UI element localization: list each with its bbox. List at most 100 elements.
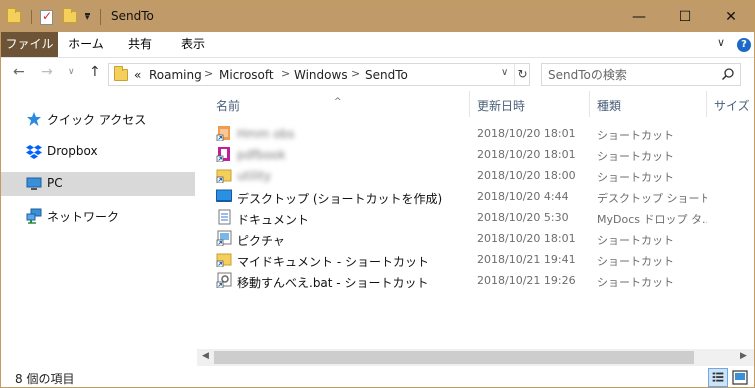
sidebar-item-pc[interactable]: PC	[1, 172, 195, 196]
pc-icon	[26, 177, 42, 190]
breadcrumb-sendto[interactable]: SendTo	[365, 68, 408, 82]
file-name: マイドキュメント - ショートカット	[237, 255, 429, 269]
document-icon	[218, 209, 231, 225]
column-header-type[interactable]: 種類	[590, 89, 706, 119]
forward-button[interactable]: →	[41, 64, 53, 80]
large-icons-view-icon[interactable]	[730, 368, 750, 387]
file-date: 2018/10/20 18:01	[477, 127, 576, 140]
new-folder-icon[interactable]	[63, 8, 77, 25]
file-name: デスクトップ (ショートカットを作成)	[237, 192, 443, 206]
sidebar-item-label: ネットワーク	[47, 210, 120, 224]
file-type: ショートカット	[597, 234, 674, 247]
tab-view[interactable]: 表示	[171, 32, 215, 57]
shortcut-folder-icon	[216, 169, 232, 183]
column-label: 更新日時	[477, 99, 526, 113]
bat-shortcut-icon	[216, 272, 232, 288]
dropbox-icon	[26, 145, 42, 159]
file-date: 2018/10/20 18:00	[477, 169, 576, 182]
help-icon[interactable]: ?	[737, 38, 751, 52]
quick-access-toolbar: ▾	[7, 8, 90, 26]
file-date: 2018/10/20 18:01	[477, 232, 576, 245]
breadcrumb-overflow[interactable]: «	[134, 68, 141, 82]
status-bar: 8 個の項目	[1, 366, 754, 387]
title-divider	[100, 9, 101, 25]
horizontal-scrollbar[interactable]: ◀ ▶	[197, 349, 754, 366]
file-row[interactable]: utility 2018/10/20 18:00 ショートカット	[197, 165, 742, 186]
folder-icon	[7, 8, 21, 25]
scrollbar-thumb[interactable]	[214, 351, 694, 364]
file-name: ドキュメント	[237, 213, 310, 227]
file-row[interactable]: ドキュメント 2018/10/20 5:30 MyDocs ドロップ タ...	[197, 207, 742, 228]
file-type: ショートカット	[597, 150, 674, 163]
file-date: 2018/10/21 19:26	[477, 274, 576, 287]
file-row[interactable]: 移動すんべえ.bat - ショートカット 2018/10/21 19:26 ショ…	[197, 270, 742, 291]
file-type: ショートカット	[597, 255, 674, 268]
window-title: SendTo	[111, 9, 154, 23]
scroll-left-icon[interactable]: ◀	[202, 351, 209, 361]
refresh-icon[interactable]: ↻	[514, 64, 530, 85]
details-view-icon[interactable]	[708, 368, 728, 387]
address-bar[interactable]: « Roaming > Microsoft > Windows > SendTo…	[108, 63, 530, 86]
column-header-name[interactable]: ^ 名前	[197, 89, 469, 119]
column-label: 種類	[597, 99, 622, 113]
file-row[interactable]: ピクチャ 2018/10/20 18:01 ショートカット	[197, 228, 742, 249]
tab-home[interactable]: ホーム	[64, 32, 108, 57]
file-name: pdfbook	[237, 148, 286, 162]
network-icon	[26, 208, 42, 224]
sidebar-item-network[interactable]: ネットワーク	[1, 204, 195, 228]
desktop-icon	[216, 189, 232, 202]
explorer-window: ▾ SendTo — ☐ ✕ ファイル ホーム 共有 表示 ∨ ? ← → ∨ …	[0, 0, 755, 388]
picture-shortcut-icon	[216, 230, 232, 246]
file-type: ショートカット	[597, 171, 674, 184]
maximize-button[interactable]: ☐	[662, 1, 708, 32]
properties-icon[interactable]	[40, 9, 53, 25]
column-label: 名前	[216, 99, 241, 113]
column-header-size[interactable]: サイズ	[707, 89, 754, 119]
toolbar-divider	[31, 10, 32, 24]
close-button[interactable]: ✕	[708, 1, 754, 32]
back-button[interactable]: ←	[13, 64, 25, 80]
column-label: サイズ	[714, 99, 750, 113]
file-type: ショートカット	[597, 129, 674, 142]
item-count: 8 個の項目	[15, 372, 75, 386]
sidebar-item-dropbox[interactable]: Dropbox	[1, 140, 195, 164]
breadcrumb-roaming[interactable]: Roaming	[149, 68, 202, 82]
file-date: 2018/10/20 5:30	[477, 211, 569, 224]
customize-toolbar-icon[interactable]: ▾	[85, 12, 90, 22]
ribbon-tabs: ファイル ホーム 共有 表示 ∨	[1, 32, 754, 57]
chevron-right-icon[interactable]: >	[281, 67, 290, 80]
expand-ribbon-icon[interactable]: ∨	[717, 36, 725, 49]
file-row[interactable]: マイドキュメント - ショートカット 2018/10/21 19:41 ショート…	[197, 249, 742, 270]
chevron-right-icon[interactable]: >	[351, 67, 360, 80]
sidebar-item-label: PC	[47, 176, 63, 190]
file-row[interactable]: pdfbook 2018/10/20 18:01 ショートカット	[197, 144, 742, 165]
search-icon[interactable]	[721, 67, 735, 81]
file-row[interactable]: デスクトップ (ショートカットを作成) 2018/10/20 4:44 デスクト…	[197, 186, 742, 207]
star-icon	[27, 112, 41, 126]
folder-shortcut-icon	[216, 253, 232, 267]
sidebar-item-label: クイック アクセス	[47, 113, 147, 127]
file-date: 2018/10/20 18:01	[477, 148, 576, 161]
sidebar-item-quick-access[interactable]: クイック アクセス	[1, 107, 195, 131]
file-name: utility	[237, 169, 272, 183]
chevron-right-icon[interactable]: >	[204, 67, 213, 80]
scroll-right-icon[interactable]: ▶	[740, 351, 747, 361]
column-header-modified[interactable]: 更新日時	[470, 89, 588, 119]
address-dropdown-icon[interactable]: ∨	[501, 67, 508, 78]
recent-locations-icon[interactable]: ∨	[68, 67, 75, 77]
minimize-button[interactable]: —	[616, 1, 662, 32]
tab-share[interactable]: 共有	[118, 32, 162, 57]
ribbon-divider	[1, 57, 754, 58]
file-name: Hmm obs	[237, 127, 295, 141]
file-type: MyDocs ドロップ タ...	[597, 213, 707, 226]
tab-file[interactable]: ファイル	[1, 32, 58, 57]
breadcrumb-windows[interactable]: Windows	[294, 68, 348, 82]
shortcut-orange-icon	[216, 126, 230, 141]
file-row[interactable]: Hmm obs 2018/10/20 18:01 ショートカット	[197, 123, 742, 144]
breadcrumb-microsoft[interactable]: Microsoft	[219, 68, 274, 82]
search-input[interactable]	[548, 67, 708, 82]
search-box[interactable]	[541, 63, 741, 86]
file-name: 移動すんべえ.bat - ショートカット	[237, 276, 429, 290]
up-button[interactable]: ↑	[89, 64, 101, 80]
title-bar[interactable]: ▾ SendTo — ☐ ✕	[1, 1, 754, 32]
